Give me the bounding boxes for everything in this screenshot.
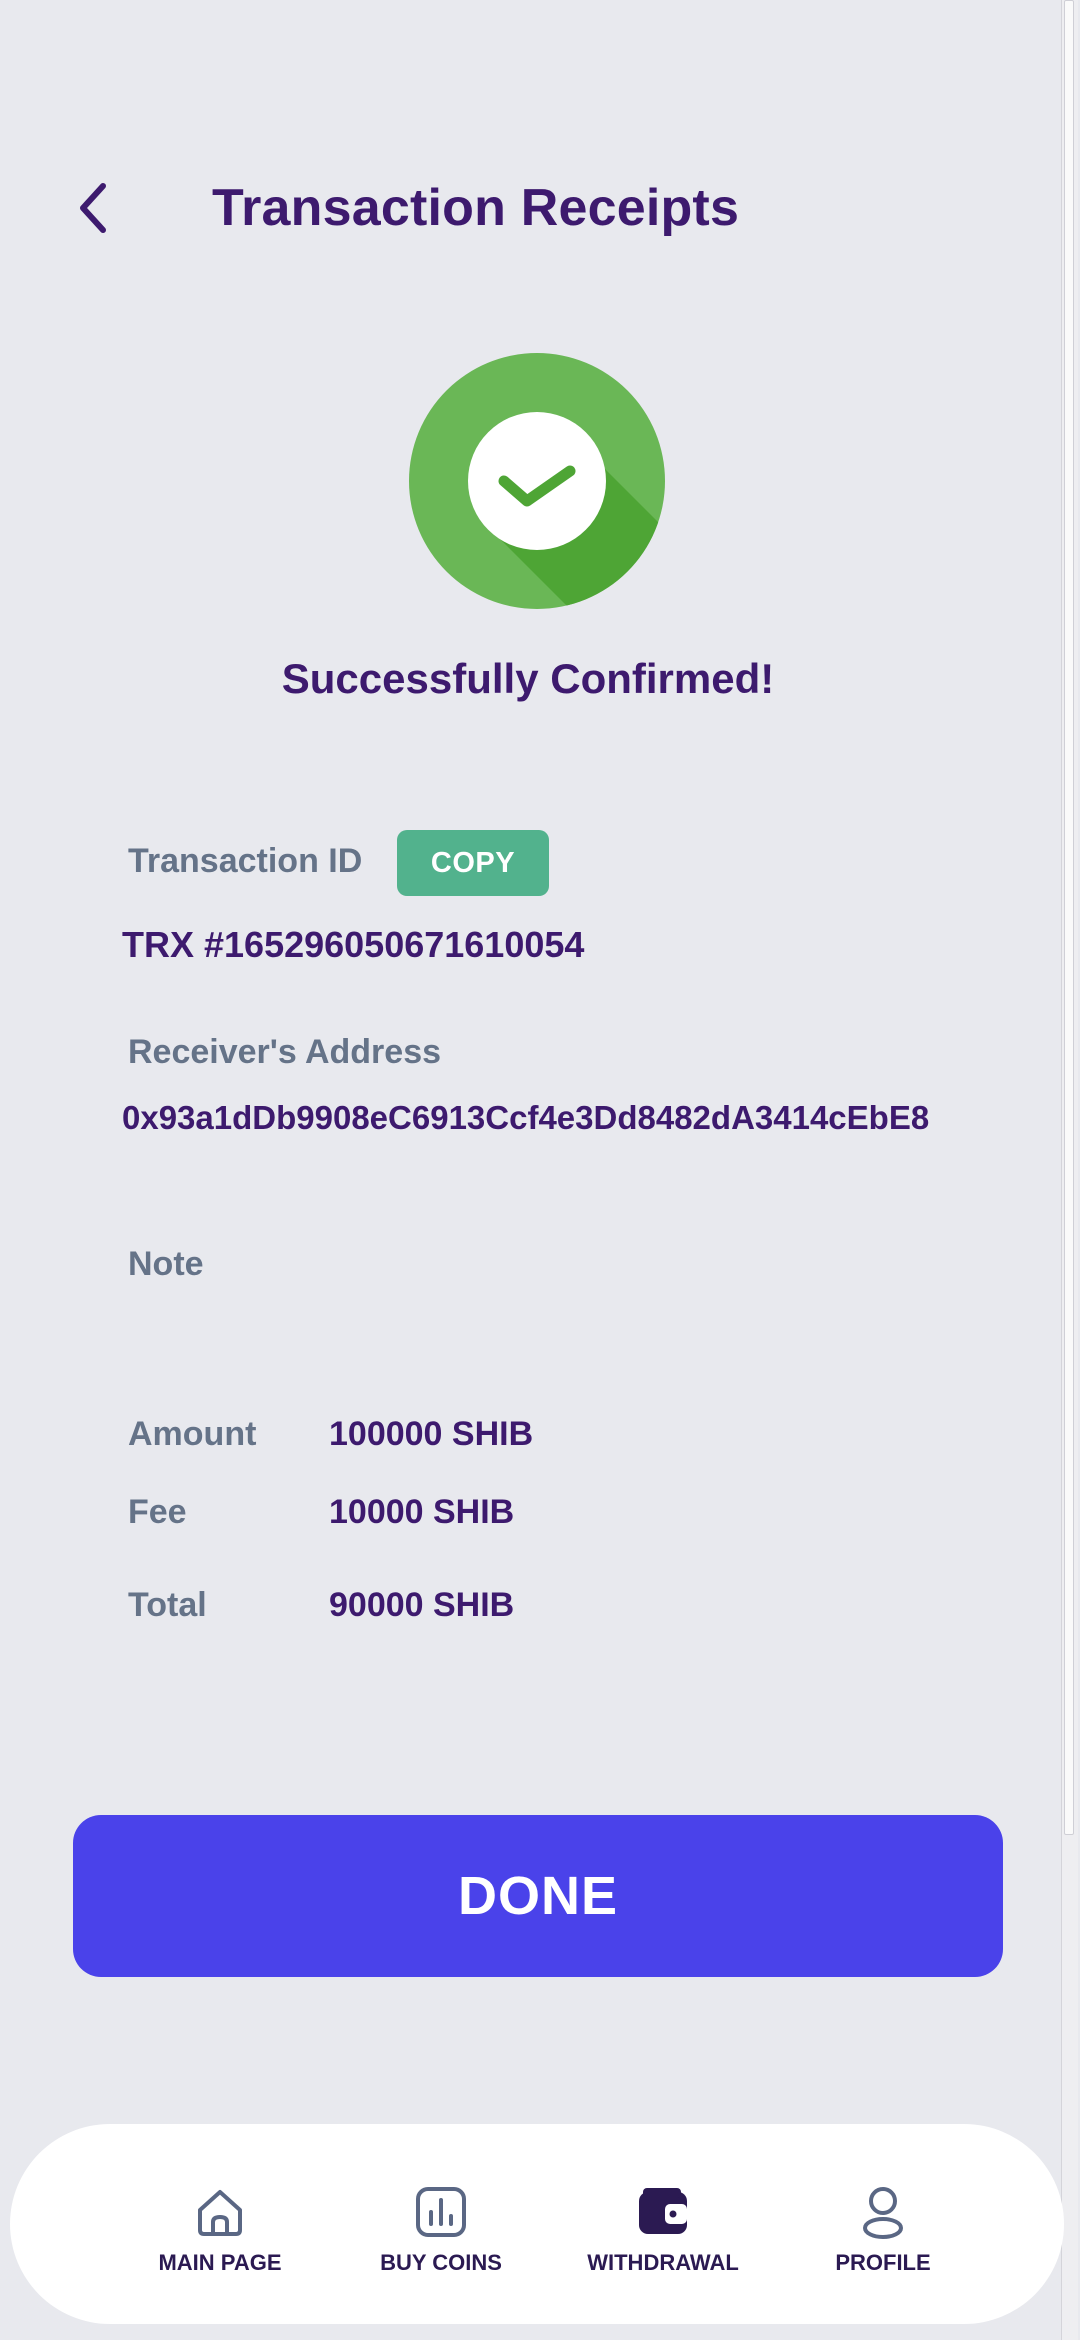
total-label: Total (128, 1586, 207, 1624)
chart-icon (416, 2187, 466, 2237)
nav-item-profile[interactable]: PROFILE (773, 2124, 993, 2324)
total-value: 90000 SHIB (329, 1586, 515, 1624)
copy-button[interactable]: COPY (397, 830, 549, 896)
success-message: Successfully Confirmed! (281, 655, 775, 702)
check-circle-icon (409, 353, 665, 609)
note-label: Note (128, 1245, 204, 1283)
nav-label-main-page: MAIN PAGE (158, 2250, 282, 2275)
nav-label-profile: PROFILE (835, 2250, 931, 2275)
transaction-id-value: TRX #165296050671610054 (122, 924, 585, 965)
nav-label-withdrawal: WITHDRAWAL (587, 2250, 739, 2275)
done-button[interactable]: DONE (73, 1815, 1003, 1977)
amount-value: 100000 SHIB (329, 1415, 534, 1453)
back-button[interactable] (48, 163, 138, 253)
nav-label-buy-coins: BUY COINS (380, 2250, 502, 2275)
home-icon (198, 2190, 242, 2236)
nav-item-main-page[interactable]: MAIN PAGE (110, 2124, 330, 2324)
chevron-left-icon (80, 183, 106, 233)
transaction-id-label: Transaction ID (128, 842, 363, 880)
page-title: Transaction Receipts (212, 179, 740, 237)
receiver-address-value: 0x93a1dDb9908eC6913Ccf4e3Dd8482dA3414cEb… (122, 1099, 930, 1136)
fee-label: Fee (128, 1493, 187, 1531)
amount-label: Amount (128, 1415, 257, 1453)
wallet-icon (639, 2188, 687, 2234)
fee-value: 10000 SHIB (329, 1493, 515, 1531)
bottom-nav: MAIN PAGE BUY COINS WITHDRAWAL PROFILE (10, 2124, 1064, 2324)
nav-item-buy-coins[interactable]: BUY COINS (331, 2124, 551, 2324)
receiver-address-label: Receiver's Address (128, 1033, 442, 1071)
nav-item-withdrawal[interactable]: WITHDRAWAL (553, 2124, 773, 2324)
user-icon (863, 2187, 903, 2239)
scrollbar-thumb[interactable] (1064, 0, 1074, 1835)
header: Transaction Receipts (48, 128, 948, 288)
